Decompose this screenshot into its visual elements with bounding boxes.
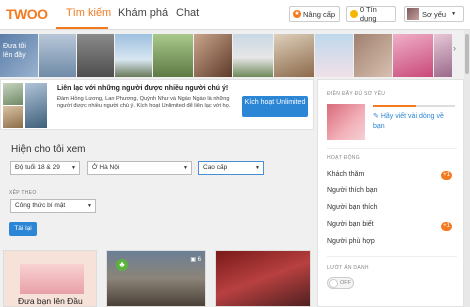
twoo-logo[interactable]: TWOO [6,6,48,22]
divider [327,148,457,149]
leaf-icon: ♣ [116,259,128,271]
filter-title: Hiện cho tôi xem [11,144,86,155]
strip-photo[interactable] [39,34,76,77]
strip-photo[interactable] [194,34,232,77]
credits-button[interactable]: 0 Tín dụng [346,5,396,23]
page-scrollbar[interactable] [464,30,470,307]
visitors-badge: +1 [441,171,452,180]
sidebar-item-you-like[interactable]: Người bạn thích [327,204,378,211]
strip-photo[interactable] [77,34,114,77]
caret-down-icon: ▼ [71,165,76,171]
tab-search[interactable]: Tìm kiếm [66,7,111,19]
promo-tile[interactable]: Đưa tôi lên đây [0,34,38,77]
you-know-badge: +1 [441,222,452,231]
strip-photo[interactable] [233,34,273,77]
chevron-right-icon[interactable]: › [453,43,456,53]
promo-photo [25,83,47,128]
profile-photo[interactable] [327,104,365,140]
upgrade-button[interactable]: ★ Nâng cấp [289,6,340,22]
profile-progress-fill [373,105,417,107]
activity-label: HOẠT ĐỘNG [327,155,360,161]
incognito-toggle[interactable]: OFF [327,277,354,289]
user-card[interactable]: ♣ ▣ 6 [106,250,206,307]
top-bar: TWOO Tìm kiếm Khám phá Chat ★ Nâng cấp 0… [0,0,470,30]
unlimited-text: Đàm Hồng Lương, Lan Phương, Quỳnh Như và… [57,96,231,110]
activate-unlimited-button[interactable]: Kích hoạt Unlimited [242,96,308,117]
scrollbar-thumb[interactable] [465,34,469,74]
sidebar-item-matches[interactable]: Người phù hợp [327,238,375,245]
sort-label: XẾP THEO [9,190,37,196]
tab-chat[interactable]: Chat [176,7,199,19]
age-select[interactable]: Độ tuổi 18 & 29 ▼ [10,161,80,175]
star-icon: ★ [293,10,301,18]
photo-strip: Đưa tôi lên đây › [0,34,470,77]
toggle-knob [329,279,338,288]
incognito-label: LƯỚT ẨN DANH [327,265,369,271]
strip-photo[interactable] [434,34,452,77]
user-card[interactable] [215,250,311,307]
unlimited-title: Liên lạc với những người được nhiều ngườ… [57,85,229,92]
chevron-down-icon: ▼ [451,11,457,17]
strip-photo[interactable] [115,34,152,77]
user-menu[interactable]: Sơ yếu ▼ [404,6,464,22]
active-tab-indicator [56,27,108,29]
promo-card-label: Đưa bạn lên Đầu [18,296,83,306]
strip-photo[interactable] [274,34,314,77]
sort-select[interactable]: Công thức bí mật ▼ [10,199,96,213]
caret-down-icon: ▼ [183,165,188,171]
location-select[interactable]: Ở Hà Nội ▼ [87,161,192,175]
reload-button[interactable]: Tải lại [9,222,37,236]
promo-photo [3,106,23,128]
promo-photo [3,83,23,105]
sidebar-item-visitors[interactable]: Khách thăm [327,171,364,178]
sidebar-item-likes-you[interactable]: Người thích bạn [327,187,378,194]
pencil-icon: ✎ [373,113,379,120]
level-select[interactable]: Cao cấp ▼ [198,161,264,175]
avatar [407,8,419,20]
profile-progress [373,105,455,107]
strip-photo[interactable] [315,34,353,77]
caret-down-icon: ▼ [87,203,92,209]
sidebar-item-you-know[interactable]: Người bạn biết [327,221,374,228]
profile-complete-label: ĐIỀN ĐẦY ĐỦ SƠ YẾU [327,91,386,97]
strip-photo[interactable] [354,34,392,77]
photo-count: ▣ 6 [190,257,201,263]
caret-down-icon: ▼ [255,165,260,171]
write-about-link[interactable]: ✎ Hãy viết vài dòng về bạn [373,112,455,132]
strip-photo[interactable] [393,34,433,77]
strip-photo[interactable] [153,34,193,77]
tab-explore[interactable]: Khám phá [118,7,168,19]
coin-icon [350,10,358,18]
promo-card[interactable]: Đưa bạn lên Đầu [3,250,97,307]
divider [327,256,457,257]
promo-card-image [20,264,84,294]
